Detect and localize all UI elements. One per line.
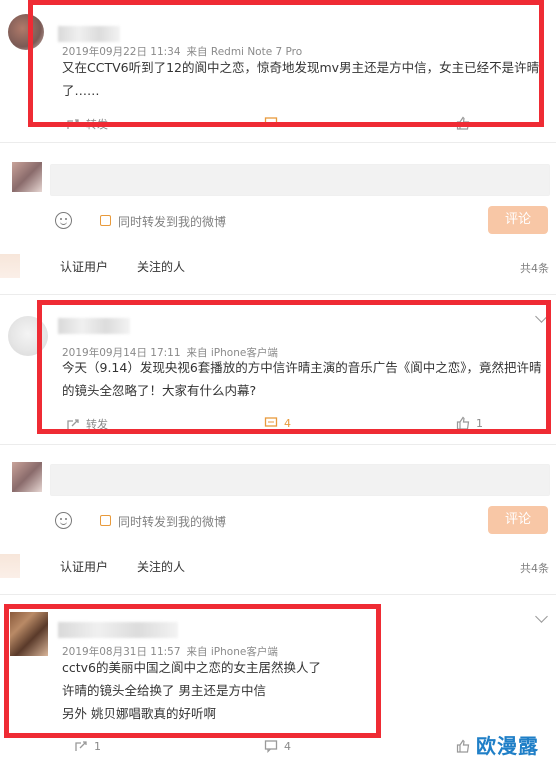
comment-count: 共4条 (520, 562, 549, 575)
my-avatar (12, 162, 42, 192)
like-count: 1 (476, 416, 483, 430)
comment-icon (264, 417, 278, 427)
comment-count: 共4条 (520, 262, 549, 275)
repost-action[interactable]: 1 (74, 739, 101, 753)
share-icon (67, 119, 79, 129)
repost-action[interactable]: 转发 (66, 116, 108, 132)
avatar[interactable] (8, 14, 44, 50)
avatar[interactable] (8, 316, 48, 356)
repost-count: 1 (94, 739, 101, 753)
thumbs-up-icon (456, 739, 470, 753)
comment-text-line: 许晴的镜头全给换了 男主还是方中信 (62, 683, 266, 698)
reply-input[interactable] (50, 164, 550, 196)
reply-input[interactable] (50, 464, 550, 496)
repost-label: 转发 (86, 118, 108, 131)
repost-checkbox-label: 同时转发到我的微博 (118, 215, 227, 229)
thumbs-up-icon (456, 116, 470, 130)
watermark: 欧漫露 (476, 734, 539, 758)
comment-icon (264, 117, 278, 127)
submit-comment-button[interactable]: 评论 (488, 206, 548, 234)
thumbs-up-icon (456, 416, 470, 430)
repost-action[interactable]: 转发 (66, 416, 108, 432)
decorative-thumb (0, 554, 20, 578)
comment-count: 4 (284, 416, 291, 430)
comment-count: 4 (284, 739, 291, 753)
like-action[interactable]: 1 (456, 416, 483, 430)
comment-action[interactable]: 4 (264, 739, 291, 753)
emoji-icon[interactable] (55, 212, 72, 229)
like-action[interactable] (456, 116, 470, 130)
my-avatar (12, 462, 42, 492)
divider (0, 444, 556, 445)
chevron-down-icon[interactable] (535, 610, 548, 623)
repost-checkbox[interactable] (100, 215, 111, 226)
comment-text: 今天（9.14）发现央视6套播放的方中信许晴主演的音乐广告《阆中之恋》，竟然把许… (62, 360, 542, 398)
chevron-down-icon[interactable] (535, 310, 548, 323)
comment-text-line: 另外 姚贝娜唱歌真的好听啊 (62, 706, 216, 721)
comment-text: 又在CCTV6听到了12的阆中之恋，惊奇地发现mv男主还是方中信，女主已经不是许… (62, 60, 540, 98)
like-action[interactable] (456, 739, 470, 753)
comment-action[interactable]: 4 (264, 416, 291, 430)
divider (0, 142, 556, 143)
decorative-thumb (0, 254, 20, 278)
submit-comment-button[interactable]: 评论 (488, 506, 548, 534)
repost-checkbox[interactable] (100, 515, 111, 526)
share-icon (75, 741, 87, 751)
username-blurred[interactable] (58, 26, 120, 42)
tab-following[interactable]: 关注的人 (137, 558, 185, 575)
tab-following[interactable]: 关注的人 (137, 258, 185, 275)
comment-action[interactable] (264, 116, 278, 130)
username-blurred[interactable] (58, 318, 130, 334)
avatar[interactable] (10, 612, 48, 656)
divider (0, 594, 556, 595)
divider (0, 294, 556, 295)
tab-verified-users[interactable]: 认证用户 (60, 558, 108, 575)
tab-verified-users[interactable]: 认证用户 (60, 258, 108, 275)
repost-label: 转发 (86, 418, 108, 431)
emoji-icon[interactable] (55, 512, 72, 529)
username-blurred[interactable] (58, 622, 178, 638)
share-icon (67, 419, 79, 429)
repost-checkbox-label: 同时转发到我的微博 (118, 515, 227, 529)
comment-icon (264, 740, 278, 753)
comment-text-line: cctv6的美丽中国之阆中之恋的女主居然换人了 (62, 660, 321, 675)
